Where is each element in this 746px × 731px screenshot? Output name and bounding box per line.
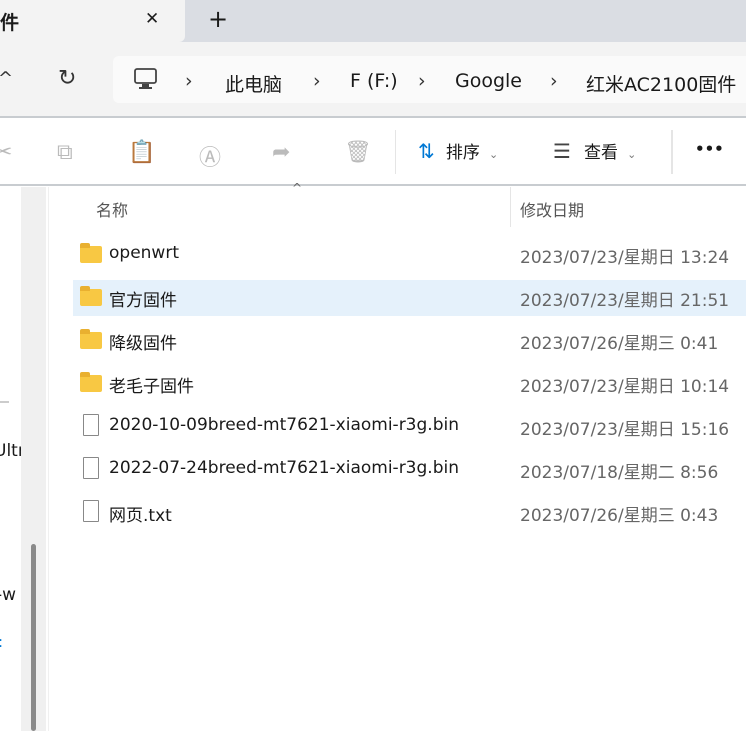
share-icon[interactable]: ➦ [272,140,290,165]
breadcrumb-item[interactable]: Google [455,70,522,92]
folder-icon [80,286,102,306]
column-header-name[interactable]: 名称 [96,197,128,221]
delete-icon[interactable]: 🗑 [344,140,372,165]
close-tab-icon[interactable]: ✕ [145,9,159,29]
view-button[interactable]: ☰ 查看 ⌄ [553,138,636,168]
file-row[interactable]: 网页.txt 2023/07/26/星期三 0:43 [73,495,746,531]
nav-scrollbar-thumb[interactable] [31,544,36,731]
text-file-icon [83,500,99,522]
view-icon: ☰ [553,139,571,163]
file-row[interactable]: 2022-07-24breed-mt7621-xiaomi-r3g.bin 202… [73,452,746,488]
cut-icon[interactable]: ✂ [0,140,12,165]
file-row[interactable]: 官方固件 2023/07/23/星期日 21:51 [73,280,746,316]
column-header-modified[interactable]: 修改日期 [520,197,584,221]
file-row[interactable]: 降级固件 2023/07/26/星期三 0:41 [73,323,746,359]
view-label: 查看 [584,143,619,163]
file-icon [83,457,99,479]
file-modified: 2023/07/26/星期三 0:41 [520,334,719,354]
copy-icon[interactable]: ⧉ [57,140,73,165]
paste-icon[interactable]: 📋 [128,140,155,165]
chevron-right-icon: › [418,70,426,92]
sort-ascending-icon: ^ [292,181,303,195]
up-icon[interactable]: ^ [0,68,13,89]
file-modified: 2023/07/23/星期日 10:14 [520,377,730,397]
folder-icon [80,329,102,349]
file-row[interactable]: 老毛子固件 2023/07/23/星期日 10:14 [73,366,746,402]
sort-button[interactable]: ⇅ 排序 ⌄ [418,138,498,168]
command-bar: ✂ ⧉ 📋 Ⓐ ➦ 🗑 ⇅ 排序 ⌄ ☰ 查看 ⌄ ••• [0,116,746,186]
sort-icon: ⇅ [418,139,435,163]
more-options-button[interactable]: ••• [695,140,724,158]
file-name: 老毛子固件 [109,377,194,397]
file-modified: 2023/07/23/星期日 21:51 [520,291,730,311]
file-name: 官方固件 [109,291,177,311]
nav-item[interactable]: -w [0,585,16,605]
folder-icon [80,372,102,392]
tab-active[interactable]: 件 ✕ [0,0,185,42]
file-row[interactable]: openwrt 2023/07/23/星期日 13:24 [73,237,746,273]
file-name: openwrt [109,243,179,263]
file-name: 降级固件 [109,334,177,354]
file-modified: 2023/07/26/星期三 0:43 [520,506,719,526]
file-modified: 2023/07/23/星期日 13:24 [520,248,730,268]
file-name: 2020-10-09breed-mt7621-xiaomi-r3g.bin [109,415,459,435]
computer-icon [134,68,157,89]
chevron-down-icon: ⌄ [488,148,499,161]
file-row[interactable]: 2020-10-09breed-mt7621-xiaomi-r3g.bin 202… [73,409,746,445]
folder-icon [80,243,102,263]
breadcrumb-item[interactable]: 此电脑 [225,70,282,97]
new-tab-button[interactable]: + [208,5,228,33]
refresh-icon[interactable]: ↻ [58,66,76,91]
nav-item[interactable]: : [0,633,3,651]
chevron-right-icon: › [550,70,558,92]
breadcrumb-item[interactable]: 红米AC2100固件 [586,70,736,97]
file-modified: 2023/07/18/星期二 8:56 [520,463,719,483]
sort-label: 排序 [445,143,480,163]
breadcrumb-item[interactable]: F (F:) [350,70,398,92]
rename-icon[interactable]: Ⓐ [199,140,221,172]
chevron-right-icon: › [313,70,321,92]
file-icon [83,414,99,436]
chevron-right-icon: › [185,70,193,92]
file-name: 2022-07-24breed-mt7621-xiaomi-r3g.bin [109,458,459,478]
tab-title: 件 [0,12,20,34]
chevron-down-icon: ⌄ [627,148,637,161]
file-modified: 2023/07/23/星期日 15:16 [520,420,730,440]
file-name: 网页.txt [109,506,172,526]
